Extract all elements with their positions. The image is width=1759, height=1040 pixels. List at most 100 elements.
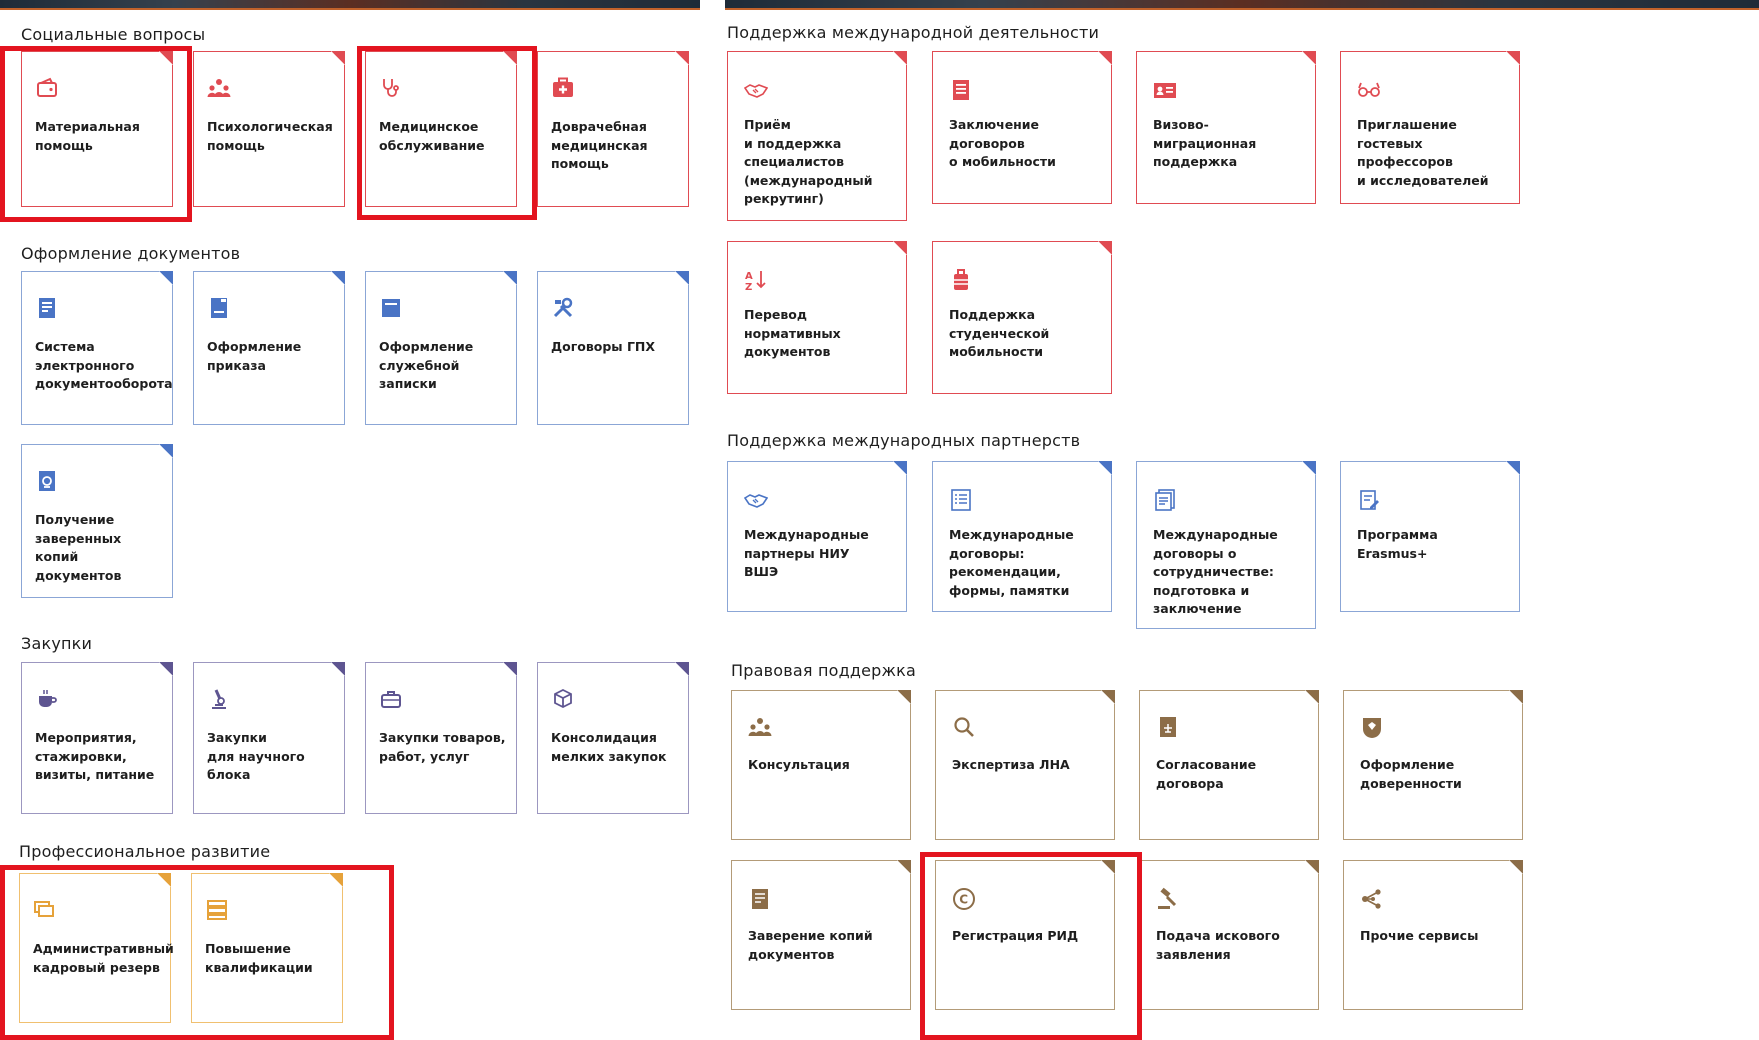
svg-text:C: C	[959, 893, 968, 907]
card-corner	[1506, 51, 1520, 65]
scales-document-icon	[1156, 715, 1180, 739]
card-corner	[1101, 690, 1115, 704]
service-card-label: Административный кадровый резерв	[33, 941, 174, 975]
card-corner	[329, 873, 343, 887]
service-card-label: Подача искового заявления	[1156, 928, 1280, 962]
handshake-icon	[744, 78, 768, 102]
card-corner	[1302, 51, 1316, 65]
card-corner	[675, 51, 689, 65]
suitcase-icon	[949, 268, 973, 292]
service-card-label: Консолидация мелких закупок	[551, 730, 667, 764]
card-corner	[1098, 51, 1112, 65]
service-card-hr-reserve[interactable]: Административный кадровый резерв	[19, 873, 174, 1023]
card-corner	[675, 271, 689, 285]
service-card-visa-support[interactable]: Визово- миграционная поддержка	[1136, 51, 1316, 204]
service-card-qualification[interactable]: Повышение квалификации	[191, 873, 343, 1023]
electronic-document-icon	[35, 296, 59, 320]
service-card-label: Поддержка студенческой мобильности	[949, 307, 1050, 359]
service-card-certified-copies[interactable]: Получение заверенных копий документов	[21, 444, 173, 598]
service-card-label: Приём и поддержка специалистов (междунар…	[744, 117, 873, 206]
service-card-label: Консультация	[748, 757, 850, 772]
service-card-label: Визово- миграционная поддержка	[1153, 117, 1257, 169]
service-card-gph-contracts[interactable]: Договоры ГПХ	[537, 271, 689, 425]
svg-text:A: A	[745, 271, 753, 282]
service-card-memo[interactable]: Оформление служебной записки	[365, 271, 517, 425]
card-corner	[503, 271, 517, 285]
section-title-professional: Профессиональное развитие	[19, 842, 271, 861]
service-card-science-purchases[interactable]: Закупки для научного блока	[193, 662, 345, 814]
card-corner	[159, 662, 173, 676]
service-card-events[interactable]: Мероприятия, стажировки, визиты, питание	[21, 662, 173, 814]
service-card-other[interactable]: Прочие сервисы	[1343, 860, 1523, 1010]
card-corner	[675, 662, 689, 676]
card-corner	[331, 51, 345, 65]
glasses-icon	[1357, 78, 1381, 102]
boxes-icon	[551, 687, 575, 711]
service-card-guest-professors[interactable]: Приглашение гостевых профессоров и иссле…	[1340, 51, 1520, 204]
service-card-label: Получение заверенных копий документов	[35, 512, 122, 583]
service-card-label: Закупки для научного блока	[207, 730, 305, 782]
service-card-contract-approval[interactable]: Согласование договора	[1139, 690, 1319, 840]
stacked-cards-icon	[33, 898, 57, 922]
card-corner	[1305, 690, 1319, 704]
service-card-consultation[interactable]: Консультация	[731, 690, 911, 840]
service-card-label: Мероприятия, стажировки, визиты, питание	[35, 730, 155, 782]
service-card-label: Прочие сервисы	[1360, 928, 1479, 943]
service-card-edms[interactable]: Система электронного документооборота	[21, 271, 173, 425]
card-corner	[157, 873, 171, 887]
coffee-cup-icon	[35, 687, 59, 711]
card-corner	[503, 662, 517, 676]
card-corner	[159, 444, 173, 458]
service-card-power-of-attorney[interactable]: Оформление доверенности	[1343, 690, 1523, 840]
stethoscope-icon	[379, 76, 403, 100]
service-card-lna-expertise[interactable]: Экспертиза ЛНА	[935, 690, 1115, 840]
section-title-social: Социальные вопросы	[21, 25, 206, 44]
documents-icon	[1153, 488, 1177, 512]
service-card-recruiting[interactable]: Приём и поддержка специалистов (междунар…	[727, 51, 907, 221]
service-card-hse-partners[interactable]: Международные партнеры НИУ ВШЭ	[727, 461, 907, 612]
service-card-label: Приглашение гостевых профессоров и иссле…	[1357, 117, 1489, 188]
service-card-lawsuit[interactable]: Подача искового заявления	[1139, 860, 1319, 1010]
service-card-label: Оформление доверенности	[1360, 757, 1462, 791]
section-title-docs: Оформление документов	[21, 244, 241, 263]
people-group-icon	[748, 715, 772, 739]
card-corner	[897, 690, 911, 704]
service-card-label: Заверение копий документов	[748, 928, 873, 962]
service-card-label: Система электронного документооборота	[35, 339, 173, 391]
service-card-label: Регистрация РИД	[952, 928, 1079, 943]
people-group-icon	[207, 76, 231, 100]
service-card-student-mobility[interactable]: Поддержка студенческой мобильности	[932, 241, 1112, 394]
svg-text:Z: Z	[745, 282, 752, 292]
service-card-label: Экспертиза ЛНА	[952, 757, 1070, 772]
card-corner	[159, 51, 173, 65]
service-card-intl-agreements-recs[interactable]: Международные договоры: рекомендации, фо…	[932, 461, 1112, 612]
service-card-psychological-aid[interactable]: Психологическая помощь	[193, 51, 345, 207]
service-card-label: Оформление приказа	[207, 339, 302, 373]
copyright-icon: C	[952, 887, 976, 911]
wallet-icon	[35, 76, 59, 100]
service-card-medical-service[interactable]: Медицинское обслуживание	[365, 51, 517, 207]
service-card-erasmus[interactable]: Программа Erasmus+	[1340, 461, 1520, 612]
card-corner	[893, 51, 907, 65]
service-card-intl-cooperation[interactable]: Международные договоры о сотрудничестве:…	[1136, 461, 1316, 629]
card-corner	[893, 241, 907, 255]
gavel-icon	[1156, 887, 1180, 911]
service-card-goods-purchases[interactable]: Закупки товаров, работ, услуг	[365, 662, 517, 814]
section-title-purchases: Закупки	[21, 634, 93, 653]
order-document-icon	[207, 296, 231, 320]
service-card-translation[interactable]: AZ Перевод нормативных документов	[727, 241, 907, 394]
service-card-first-aid[interactable]: Доврачебная медицинская помощь	[537, 51, 689, 207]
header-banner-left	[0, 0, 700, 10]
card-corner	[1506, 461, 1520, 475]
card-corner	[1509, 860, 1523, 874]
service-card-rid-registration[interactable]: C Регистрация РИД	[935, 860, 1115, 1010]
section-title-intl: Поддержка международной деятельности	[727, 23, 1100, 42]
service-card-copy-certification[interactable]: Заверение копий документов	[731, 860, 911, 1010]
service-card-order[interactable]: Оформление приказа	[193, 271, 345, 425]
service-card-material-aid[interactable]: Материальная помощь	[21, 51, 173, 207]
service-card-small-purchases[interactable]: Консолидация мелких закупок	[537, 662, 689, 814]
service-card-label: Заключение договоров о мобильности	[949, 117, 1056, 169]
service-card-label: Международные партнеры НИУ ВШЭ	[744, 527, 869, 579]
service-card-mobility-contracts[interactable]: Заключение договоров о мобильности	[932, 51, 1112, 204]
certified-copy-icon	[748, 887, 772, 911]
